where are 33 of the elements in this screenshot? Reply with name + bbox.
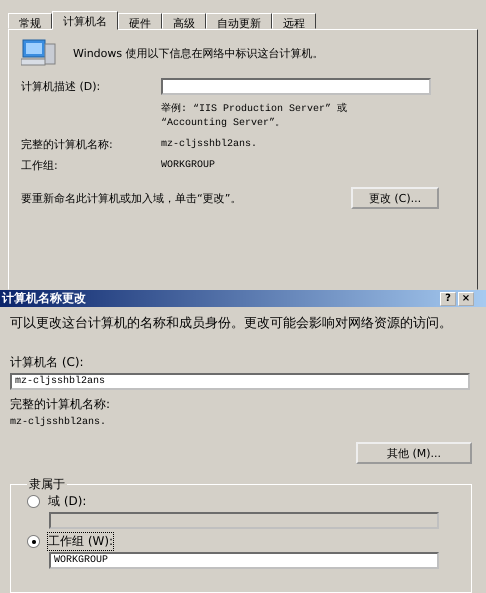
field-label: 完整的计算机名称: [10, 396, 110, 413]
tab[interactable]: 远程 [272, 13, 316, 29]
other-button[interactable]: 其他 (M)... [356, 442, 472, 464]
help-button[interactable]: ? [440, 292, 456, 306]
dialog-title: 计算机名称更改 [2, 290, 86, 307]
field-value: mz-cljsshbl2ans. [10, 417, 106, 428]
option-label: 域 (D): [48, 493, 86, 510]
field-value: WORKGROUP [161, 160, 216, 171]
tab[interactable]: 高级 [162, 13, 206, 29]
option-label: 工作组 (W): [48, 533, 114, 550]
close-button[interactable]: × [458, 292, 474, 306]
field-label: 计算机描述 (D): [21, 79, 102, 94]
field-value: mz-cljsshbl2ans. [161, 139, 258, 150]
group-title: 隶属于 [28, 476, 66, 493]
tab[interactable]: 自动更新 [206, 13, 272, 29]
tab[interactable]: 硬件 [118, 13, 162, 29]
tab[interactable]: 常规 [8, 13, 52, 29]
option-field[interactable]: WORKGROUP [49, 552, 439, 569]
dialog-intro: 可以更改这台计算机的名称和成员身份。更改可能会影响对网络资源的访问。 [10, 317, 453, 330]
example-text: 举例: “IIS Production Server” 或 “Accounting Server”。 [161, 102, 348, 129]
computer-icon [21, 38, 57, 68]
option-field[interactable] [49, 512, 439, 529]
description-field[interactable] [161, 78, 431, 95]
computer-name-field[interactable]: mz-cljsshbl2ans [10, 373, 470, 390]
intro-text: Windows 使用以下信息在网络中标识这台计算机。 [73, 46, 324, 60]
change-button[interactable]: 更改 (C)... [351, 187, 439, 209]
rename-prompt: 要重新命名此计算机或加入域，单击“更改”。 [21, 190, 242, 206]
field-label: 完整的计算机名称: [21, 137, 114, 152]
radio-button[interactable] [27, 495, 40, 508]
field-label: 工作组: [21, 158, 59, 173]
tab[interactable]: 计算机名 [52, 11, 118, 30]
field-label: 计算机名 (C): [10, 354, 85, 371]
radio-button[interactable] [27, 535, 40, 548]
